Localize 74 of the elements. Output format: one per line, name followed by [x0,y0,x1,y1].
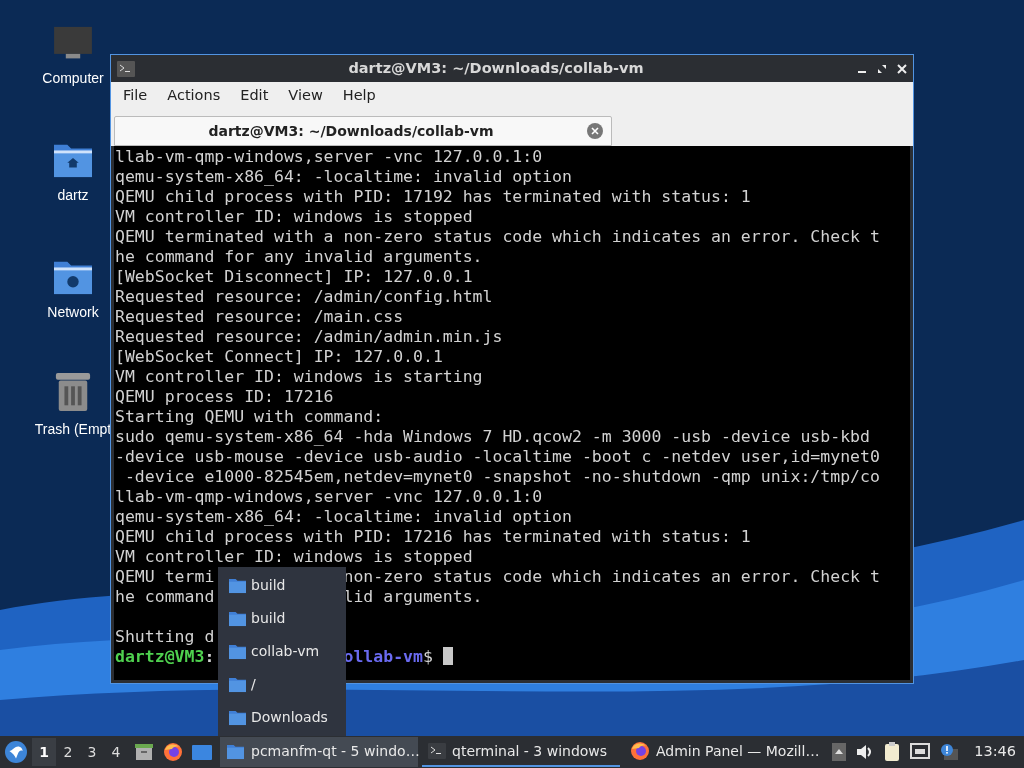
terminal-tab[interactable]: dartz@VM3: ~/Downloads/collab-vm [114,116,612,146]
folder-icon [228,709,247,726]
desktop-icon-label[interactable]: dartz [57,185,89,206]
desktop-icon-label[interactable]: Trash (Empt [34,419,112,440]
folder-menu-item[interactable]: / [218,669,346,700]
terminal-line: VM controller ID: windows is stopped [115,207,473,226]
terminal-line: Requested resource: /admin/config.html [115,287,493,306]
folder-menu-item[interactable]: build [218,570,346,601]
menu-item[interactable]: Help [332,85,386,107]
clock[interactable]: 13:46 [974,741,1016,763]
terminal-line: [WebSocket Connect] IP: 127.0.0.1 [115,347,443,366]
terminal-line: qemu-system-x86_64: -localtime: invalid option [115,167,572,186]
folder-menu-item[interactable]: Downloads [218,702,346,733]
terminal-line: llab-vm-qmp-windows,server -vnc 127.0.0.1:0 [115,147,543,166]
terminal-line: Shutting d [115,627,215,646]
desktop-icon[interactable] [192,742,212,762]
folder-icon [228,676,247,693]
terminal-line: he command [115,587,215,606]
terminal-line: VM controller ID: windows is stopped [115,547,473,566]
terminal-line: sudo qemu-system-x86_64 -hda Windows 7 HD.qcow2 -m 3000 -usb -device usb-kbd [115,427,870,446]
close-icon[interactable] [897,63,907,74]
terminal-icon [117,60,135,77]
folder-menu-item[interactable]: build [218,603,346,634]
terminal-line: [WebSocket Disconnect] IP: 127.0.0.1 [115,267,473,286]
workspace-button[interactable]: 4 [104,738,128,766]
window-title: dartz@VM3: ~/Downloads/collab-vm [347,58,645,78]
terminal-line: -device usb-mouse -device usb-audio -localtime -boot c -netdev user,id=mynet0 [115,447,880,466]
folder-menu-item[interactable]: collab-vm [218,636,346,667]
prompt-path: ollab-vm [343,647,423,667]
desktop-icon-label[interactable]: Computer [42,68,104,89]
terminal-line: Requested resource: /admin/admin.min.js [115,327,503,346]
terminal-line: QEMU child process with PID: 17216 has terminated with status: 1 [115,527,751,546]
folder-icon [226,742,245,760]
task-button[interactable]: Admin Panel — Mozill… [624,737,822,767]
folder-icon [228,577,247,594]
folder-icon [228,643,247,660]
file-cabinet-icon[interactable] [134,742,154,762]
terminal-line: Requested resource: /main.css [115,307,404,326]
network-icon[interactable] [910,743,931,761]
terminal-line: QEMU terminated with a non-zero status code which indicates an error. Check t [115,227,880,246]
terminal-line: non-zero status code which indicates an error. Check t [343,567,880,587]
desktop-icon-label[interactable]: Network [47,302,99,323]
notification-icon[interactable] [940,743,959,761]
workspace-button[interactable]: 2 [56,738,80,766]
terminal-icon [428,743,446,759]
menu-item[interactable]: Actions [157,85,231,107]
folder-icon [228,610,247,627]
prompt-user: dartz@VM3 [115,647,205,667]
terminal-line: -device e1000-82545em,netdev=mynet0 -snapshot -no-shutdown -qmp unix:/tmp/co [123,467,880,486]
prompt-colon: : [204,647,215,667]
task-button[interactable]: qterminal - 3 windows [422,737,620,767]
terminal-line: VM controller ID: windows is starting [115,367,483,386]
text-cursor [442,647,453,665]
menu-item[interactable]: File [113,85,158,107]
firefox-icon [630,741,650,761]
workspace-button[interactable]: 3 [80,738,104,766]
terminal-line: QEMU process ID: 17216 [115,387,334,406]
clipboard-icon[interactable] [884,742,901,762]
terminal-line: llab-vm-qmp-windows,server -vnc 127.0.0.1:0 [115,487,543,506]
start-menu-icon[interactable] [5,741,27,763]
prompt-dollar: $ [422,647,433,667]
menu-item[interactable]: Edit [230,85,279,107]
firefox-icon[interactable] [163,742,183,762]
terminal-line: Starting QEMU with command: [115,407,384,426]
terminal-line: QEMU termi [115,567,215,586]
workspace-button[interactable]: 1 [32,738,56,766]
menu-item[interactable]: View [278,85,333,107]
task-button[interactable]: pcmanfm-qt - 5 windo… [220,737,418,767]
trash-icon [54,371,92,413]
terminal-line: he command for any invalid arguments. [115,247,483,266]
terminal-line: qemu-system-x86_64: -localtime: invalid option [115,507,572,526]
terminal-line: lid arguments. [343,587,483,607]
maximize-icon[interactable] [877,63,887,74]
terminal-line: QEMU child process with PID: 17192 has terminated with status: 1 [115,187,751,206]
